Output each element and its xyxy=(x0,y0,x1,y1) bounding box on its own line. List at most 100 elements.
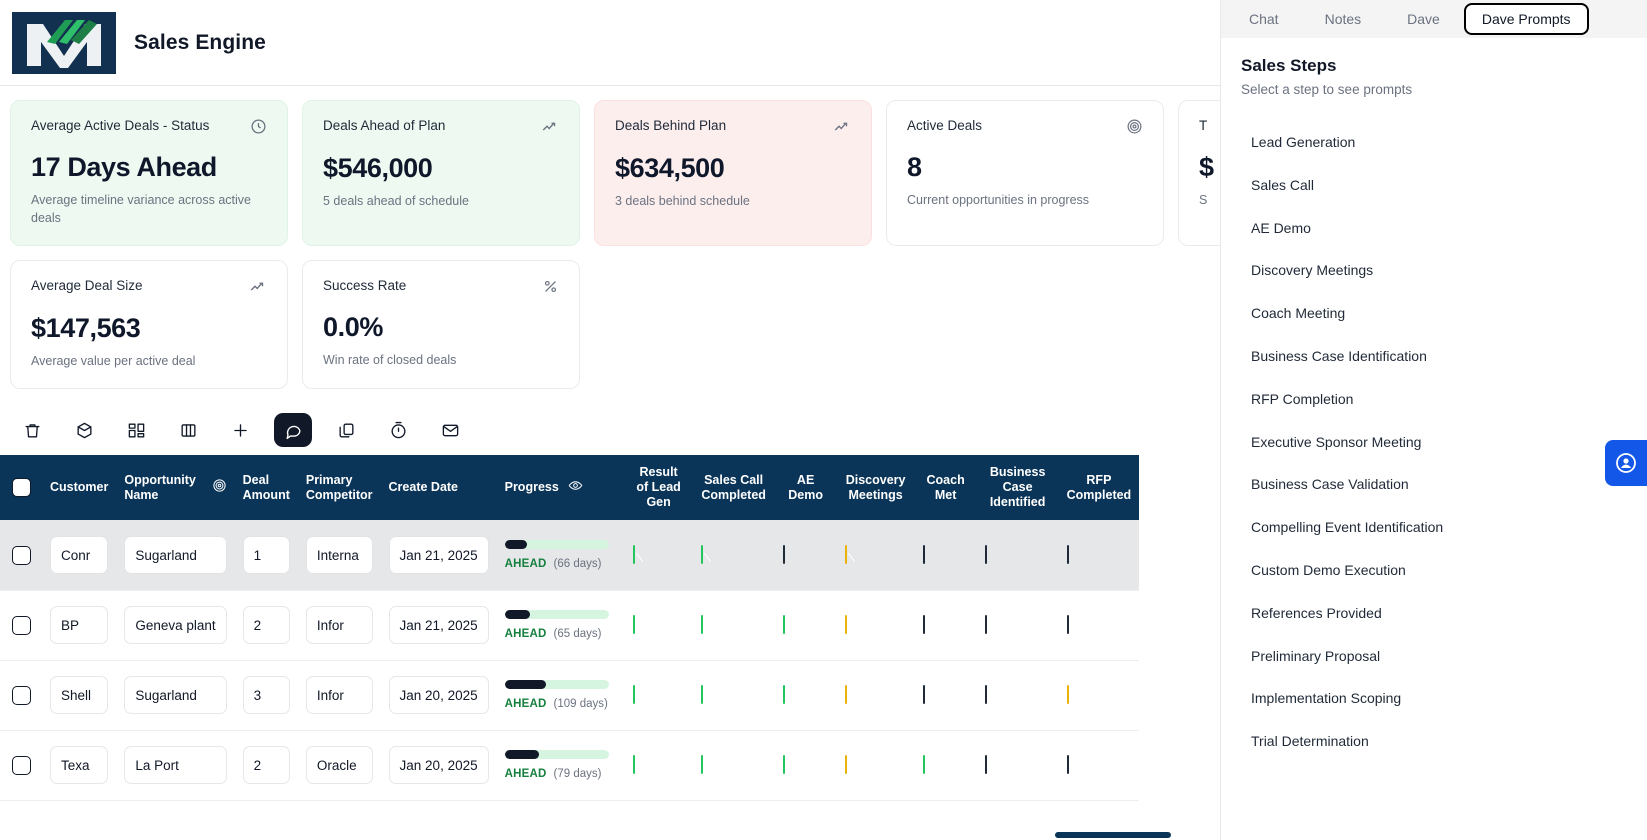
step-checkbox-sales_call[interactable] xyxy=(700,545,703,565)
cell-value-competitor[interactable]: Interna xyxy=(305,536,373,575)
cell-step-sales_call[interactable] xyxy=(692,590,775,661)
cell-deal_amount[interactable]: 1 xyxy=(234,520,298,591)
step-checkbox-coach[interactable] xyxy=(922,755,925,775)
step-checkbox-discovery[interactable] xyxy=(844,545,847,565)
row-checkbox[interactable] xyxy=(11,755,31,775)
cell-value-deal_amount[interactable]: 2 xyxy=(242,606,290,645)
sales-step-item[interactable]: Custom Demo Execution xyxy=(1221,549,1647,592)
cell-step-rfp[interactable] xyxy=(1058,590,1140,661)
cell-value-deal_amount[interactable]: 2 xyxy=(242,746,290,785)
cell-customer[interactable]: Shell xyxy=(42,660,117,731)
cell-competitor[interactable]: Infor xyxy=(297,590,381,661)
cell-value-competitor[interactable]: Infor xyxy=(305,606,373,645)
row-checkbox[interactable] xyxy=(11,685,31,705)
cell-value-opportunity[interactable]: Geneva plant xyxy=(124,606,227,645)
cell-deal_amount[interactable]: 3 xyxy=(234,660,298,731)
cell-step-ae_demo[interactable] xyxy=(774,590,837,661)
mail-icon[interactable] xyxy=(432,414,468,446)
cell-customer[interactable]: Conr xyxy=(42,520,117,591)
step-checkbox-coach[interactable] xyxy=(922,545,925,565)
row-select-checkbox[interactable] xyxy=(0,730,42,801)
row-select-checkbox[interactable] xyxy=(0,660,42,731)
cell-step-rfp[interactable] xyxy=(1058,520,1140,591)
step-checkbox-sales_call[interactable] xyxy=(700,755,703,775)
horizontal-scrollbar[interactable] xyxy=(1055,832,1171,838)
cell-step-lead_gen[interactable] xyxy=(624,590,693,661)
copy-icon[interactable] xyxy=(328,414,364,446)
trash-icon[interactable] xyxy=(14,414,50,446)
row-checkbox[interactable] xyxy=(11,615,31,635)
cell-step-business_case[interactable] xyxy=(976,590,1059,661)
cell-value-opportunity[interactable]: La Port xyxy=(124,746,227,785)
cell-step-discovery[interactable] xyxy=(836,520,915,591)
cell-step-discovery[interactable] xyxy=(836,590,915,661)
step-checkbox-sales_call[interactable] xyxy=(700,615,703,635)
plus-icon[interactable] xyxy=(222,414,258,446)
row-select-checkbox[interactable] xyxy=(0,520,42,591)
select-all-box[interactable] xyxy=(11,478,31,498)
cell-opportunity[interactable]: La Port xyxy=(116,730,235,801)
support-agent-icon[interactable] xyxy=(1605,440,1647,486)
step-checkbox-business_case[interactable] xyxy=(984,685,987,705)
step-checkbox-lead_gen[interactable] xyxy=(632,755,635,775)
step-checkbox-ae_demo[interactable] xyxy=(782,685,785,705)
sales-step-item[interactable]: RFP Completion xyxy=(1221,378,1647,421)
cell-step-coach[interactable] xyxy=(914,590,977,661)
tab-dave[interactable]: Dave xyxy=(1385,4,1462,34)
cell-step-sales_call[interactable] xyxy=(692,730,775,801)
package-icon[interactable] xyxy=(66,414,102,446)
cell-step-coach[interactable] xyxy=(914,660,977,731)
step-checkbox-ae_demo[interactable] xyxy=(782,755,785,775)
step-checkbox-lead_gen[interactable] xyxy=(632,685,635,705)
row-checkbox[interactable] xyxy=(11,545,31,565)
cell-opportunity[interactable]: Sugarland xyxy=(116,660,235,731)
cell-opportunity[interactable]: Sugarland xyxy=(116,520,235,591)
cell-step-coach[interactable] xyxy=(914,730,977,801)
eye-icon[interactable] xyxy=(568,478,583,497)
cell-step-lead_gen[interactable] xyxy=(624,660,693,731)
comment-icon[interactable] xyxy=(274,413,312,448)
cell-competitor[interactable]: Infor xyxy=(297,660,381,731)
cell-competitor[interactable]: Interna xyxy=(297,520,381,591)
row-select-checkbox[interactable] xyxy=(0,590,42,661)
cell-value-competitor[interactable]: Oracle xyxy=(305,746,373,785)
step-checkbox-coach[interactable] xyxy=(922,685,925,705)
sales-step-item[interactable]: Business Case Identification xyxy=(1221,335,1647,378)
table-row[interactable]: Conr Sugarland 1 Interna Jan 21, 2025 AHEAD (6… xyxy=(0,520,1140,591)
cell-value-deal_amount[interactable]: 3 xyxy=(242,676,290,715)
tab-dave-prompts[interactable]: Dave Prompts xyxy=(1463,3,1589,35)
cell-deal_amount[interactable]: 2 xyxy=(234,730,298,801)
cell-step-lead_gen[interactable] xyxy=(624,520,693,591)
cell-value-create_date[interactable]: Jan 21, 2025 xyxy=(388,606,489,645)
cell-deal_amount[interactable]: 2 xyxy=(234,590,298,661)
sales-step-item[interactable]: Preliminary Proposal xyxy=(1221,635,1647,678)
step-checkbox-lead_gen[interactable] xyxy=(632,615,635,635)
sales-step-item[interactable]: Compelling Event Identification xyxy=(1221,506,1647,549)
target-icon[interactable] xyxy=(212,478,227,497)
sales-step-item[interactable]: Executive Sponsor Meeting xyxy=(1221,421,1647,464)
cell-step-rfp[interactable] xyxy=(1058,660,1140,731)
step-checkbox-sales_call[interactable] xyxy=(700,685,703,705)
cell-step-rfp[interactable] xyxy=(1058,730,1140,801)
table-row[interactable]: Shell Sugarland 3 Infor Jan 20, 2025 AHEAD (10… xyxy=(0,660,1140,731)
step-checkbox-discovery[interactable] xyxy=(844,685,847,705)
columns-icon[interactable] xyxy=(170,414,206,446)
cell-step-business_case[interactable] xyxy=(976,660,1059,731)
sales-step-item[interactable]: Trial Determination xyxy=(1221,720,1647,763)
cell-step-sales_call[interactable] xyxy=(692,660,775,731)
cell-value-customer[interactable]: Shell xyxy=(50,676,109,715)
sales-step-item[interactable]: Lead Generation xyxy=(1221,121,1647,164)
cell-customer[interactable]: Texa xyxy=(42,730,117,801)
cell-value-create_date[interactable]: Jan 20, 2025 xyxy=(388,676,489,715)
cell-value-customer[interactable]: Conr xyxy=(50,536,109,575)
cell-step-sales_call[interactable] xyxy=(692,520,775,591)
cell-create_date[interactable]: Jan 21, 2025 xyxy=(380,590,497,661)
sales-step-item[interactable]: Coach Meeting xyxy=(1221,292,1647,335)
cell-step-discovery[interactable] xyxy=(836,660,915,731)
cell-value-competitor[interactable]: Infor xyxy=(305,676,373,715)
sales-step-item[interactable]: Sales Call xyxy=(1221,164,1647,207)
cell-step-discovery[interactable] xyxy=(836,730,915,801)
step-checkbox-coach[interactable] xyxy=(922,615,925,635)
step-checkbox-business_case[interactable] xyxy=(984,615,987,635)
cell-step-ae_demo[interactable] xyxy=(774,730,837,801)
